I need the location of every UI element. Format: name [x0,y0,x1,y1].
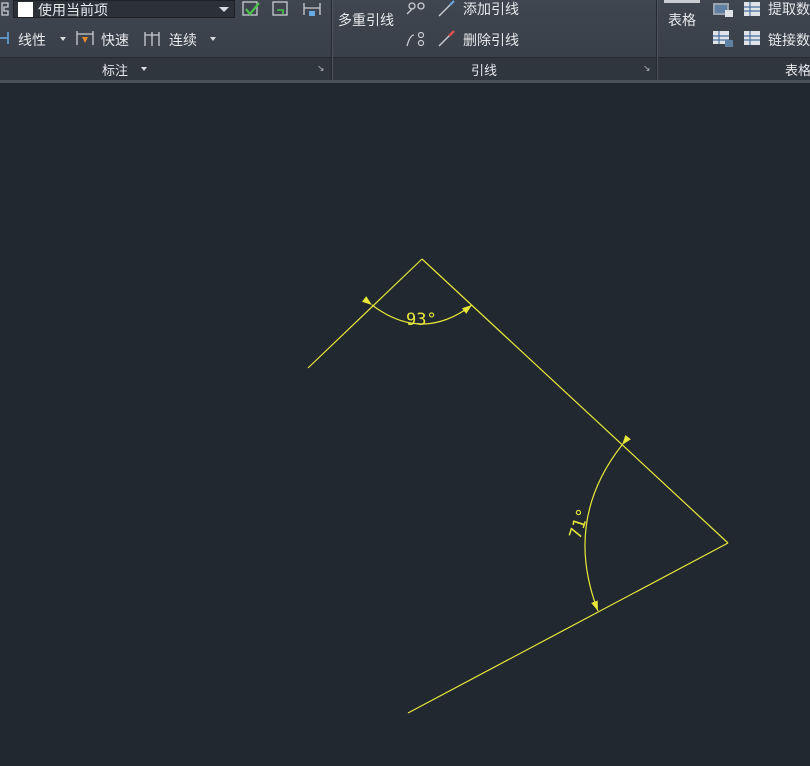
quick-dimension-icon[interactable] [74,28,96,48]
ribbon: 使用当前项 线性 快速 连续 标注 ↘ 多重引线 添加引线 删除引线 引线 ↘ … [0,0,810,81]
quick-dimension-button[interactable]: 快速 [101,30,129,50]
dimension-reassociate-icon[interactable] [271,0,293,18]
geometry-line[interactable] [307,258,423,369]
angular-dimension-arc[interactable] [584,434,631,612]
extract-data-table-icon[interactable] [742,0,764,18]
dimension-update-icon[interactable] [241,0,263,18]
add-leader-button[interactable]: 添加引线 [463,0,519,19]
multileader-style-icon[interactable] [404,0,428,18]
panel-expand-chevron-icon[interactable] [141,67,147,71]
remove-leader-icon[interactable] [436,29,458,49]
leader-panel-title: 引线 [471,64,498,79]
dimension-break-icon[interactable] [301,0,323,18]
linear-dimension-button[interactable]: 线性 [18,30,46,50]
dimension-style-value: 使用当前项 [38,3,108,19]
dimension-text[interactable]: 71° [566,506,595,541]
dimension-panel-title[interactable]: 标注 [102,60,128,79]
geometry-line[interactable] [407,542,729,714]
linear-dropdown-chevron-icon[interactable] [60,37,66,41]
table-icon[interactable] [664,0,700,3]
dimension-text[interactable]: 93° [406,310,437,330]
chevron-down-icon[interactable] [219,7,229,12]
continue-dimension-icon[interactable] [143,28,165,48]
panel-separator-highlight [657,0,658,80]
multileader-button[interactable]: 多重引线 [338,10,394,30]
link-data-table-icon[interactable] [742,28,764,48]
linear-dimension-icon[interactable] [0,29,10,47]
extract-data-icon[interactable] [711,0,735,18]
add-leader-icon[interactable] [436,0,458,18]
align-leader-icon[interactable] [404,29,428,49]
table-panel-title: 表格 [785,64,810,79]
panel-launcher-arrow-icon[interactable]: ↘ [317,64,325,74]
link-data-button[interactable]: 链接数 [768,30,810,50]
continue-dimension-button[interactable]: 连续 [169,30,197,50]
remove-leader-button[interactable]: 删除引线 [463,30,519,50]
table-button[interactable]: 表格 [668,10,696,30]
drawing-canvas[interactable]: 93° 71° [0,83,810,766]
dim-style-icon[interactable] [0,0,10,18]
link-data-icon[interactable] [711,28,735,48]
extract-data-button[interactable]: 提取数 [768,0,810,19]
geometry-line[interactable] [421,258,729,544]
panel-launcher-arrow-icon[interactable]: ↘ [643,64,651,74]
color-swatch [18,2,33,17]
panel-separator-highlight [332,0,333,80]
dimension-style-combo[interactable]: 使用当前项 [13,0,235,19]
continue-dropdown-chevron-icon[interactable] [210,37,216,41]
